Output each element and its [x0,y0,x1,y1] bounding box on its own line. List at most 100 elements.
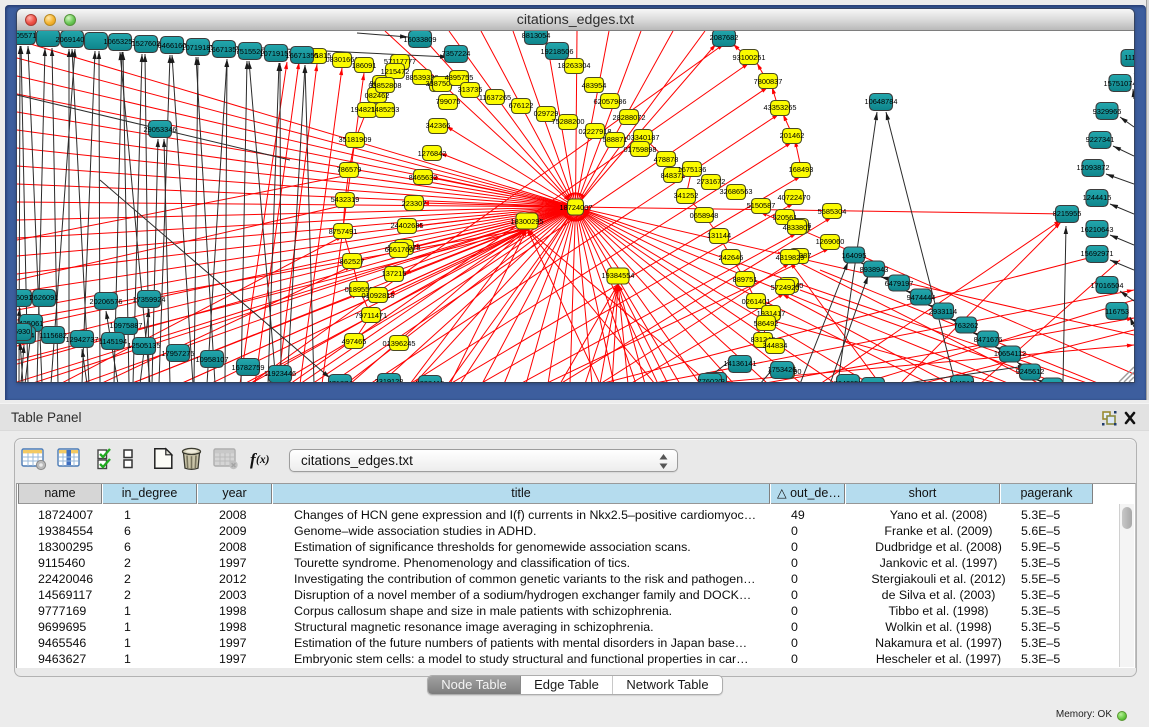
svg-text:862527: 862527 [340,257,365,266]
svg-text:18724007: 18724007 [560,203,593,212]
svg-text:15751074: 15751074 [1104,79,1134,88]
svg-text:18263304: 18263304 [558,61,591,70]
svg-text:799075: 799075 [436,97,461,106]
svg-text:186091: 186091 [352,61,377,70]
svg-text:20691406: 20691406 [56,35,89,44]
svg-text:3319128: 3319128 [375,377,404,382]
svg-text:11637265: 11637265 [479,93,511,102]
svg-text:10958107: 10958107 [196,355,229,364]
svg-text:79711471: 79711471 [355,311,387,320]
svg-text:14136141: 14136141 [724,359,757,368]
svg-text:16210643: 16210643 [1081,225,1114,234]
svg-text:483954: 483954 [582,81,607,90]
svg-text:6661760: 6661760 [385,245,414,254]
svg-text:17957275: 17957275 [162,349,195,358]
svg-text:03340187: 03340187 [627,133,660,142]
svg-text:10648784: 10648784 [865,97,898,106]
svg-text:131144: 131144 [707,231,731,240]
svg-text:9474444: 9474444 [907,293,936,302]
svg-text:8813054: 8813054 [522,31,551,40]
svg-text:1527602: 1527602 [132,39,161,48]
svg-text:8215955: 8215955 [1053,209,1082,218]
svg-text:8938943: 8938943 [860,265,889,274]
svg-text:4833801: 4833801 [783,223,812,232]
svg-text:344834: 344834 [763,341,788,350]
svg-text:16782759: 16782759 [232,363,265,372]
svg-text:0658948: 0658948 [690,211,719,220]
svg-text:471874: 471874 [328,379,353,382]
svg-text:1675136: 1675136 [678,165,707,174]
svg-text:201462: 201462 [780,131,805,140]
svg-text:4395755: 4395755 [445,73,474,82]
svg-text:19218506: 19218506 [541,47,574,56]
svg-text:1505561: 1505561 [859,381,888,382]
svg-text:137215: 137215 [382,269,407,278]
svg-text:7357224: 7357224 [442,49,471,58]
svg-text:8471676: 8471676 [974,335,1003,344]
svg-text:10975887: 10975887 [110,321,143,330]
svg-text:8465632: 8465632 [409,173,438,182]
svg-text:497465: 497465 [342,337,367,346]
svg-text:12505135: 12505135 [128,341,161,350]
svg-text:15930: 15930 [17,327,30,336]
svg-text:9329966: 9329966 [1093,107,1122,116]
svg-text:12942737: 12942737 [66,335,99,344]
svg-text:1244415: 1244415 [1083,193,1112,202]
svg-text:2731672: 2731672 [697,177,726,186]
svg-text:0261401: 0261401 [742,297,771,306]
svg-text:9245612: 9245612 [1016,367,1045,376]
svg-text:168493: 168493 [789,165,814,174]
svg-text:341252: 341252 [674,191,699,200]
svg-text:342366: 342366 [426,121,451,130]
svg-text:2087682: 2087682 [710,33,739,42]
svg-text:35181909: 35181909 [339,135,372,144]
svg-text:20206576: 20206576 [90,297,123,306]
svg-text:763262: 763262 [954,321,979,330]
svg-text:1117: 1117 [1124,53,1134,62]
svg-text:15692971: 15692971 [1081,249,1114,258]
svg-text:6479197: 6479197 [885,279,914,288]
svg-text:4319829: 4319829 [776,253,805,262]
svg-text:03852808: 03852808 [369,81,402,90]
svg-text:19384554: 19384554 [602,271,635,280]
svg-text:32686563: 32686563 [720,187,753,196]
svg-text:586492: 586492 [754,319,779,328]
svg-text:01396245: 01396245 [383,339,416,348]
svg-text:116753: 116753 [1105,307,1129,316]
svg-text:8757491: 8757491 [329,227,358,236]
svg-text:1485253: 1485253 [371,105,400,114]
svg-text:2933114: 2933114 [929,307,957,316]
svg-text:40722470: 40722470 [778,193,811,202]
svg-text:889751: 889751 [733,275,758,284]
svg-text:5724920: 5724920 [771,283,800,292]
svg-text:5298415: 5298415 [416,379,445,382]
svg-text:(x): (x) [256,454,270,466]
svg-text:588871: 588871 [603,135,628,144]
svg-text:29053346: 29053346 [144,125,177,134]
svg-text:93100251: 93100251 [733,53,766,62]
svg-text:1269060: 1269060 [816,237,845,246]
svg-text:044516: 044516 [950,379,975,382]
svg-text:1115682: 1115682 [39,331,67,340]
svg-text:16033809: 16033809 [404,35,437,44]
svg-text:43353265: 43353265 [764,103,797,112]
svg-text:75288200: 75288200 [552,117,585,126]
svg-text:11923446: 11923446 [264,369,296,378]
svg-text:16671355: 16671355 [286,51,319,60]
svg-text:164095: 164095 [842,251,867,260]
svg-text:5432319: 5432319 [331,195,360,204]
svg-text:7800837: 7800837 [754,77,783,86]
svg-text:242646: 242646 [719,253,744,262]
svg-text:18300295: 18300295 [511,217,544,226]
svg-text:28288072: 28288072 [613,113,646,122]
svg-text:24402685: 24402685 [391,221,424,230]
svg-text:12093872: 12093872 [1077,163,1110,172]
svg-text:1145194: 1145194 [99,337,127,346]
svg-text:1276842: 1276842 [418,149,447,158]
svg-text:17359924: 17359924 [133,295,166,304]
svg-text:17016504: 17016504 [1091,281,1124,290]
svg-text:1753426: 1753426 [768,365,797,374]
svg-text:10654112: 10654112 [994,349,1026,358]
svg-text:5585304: 5585304 [818,207,847,216]
svg-text:2626091: 2626091 [30,293,59,302]
